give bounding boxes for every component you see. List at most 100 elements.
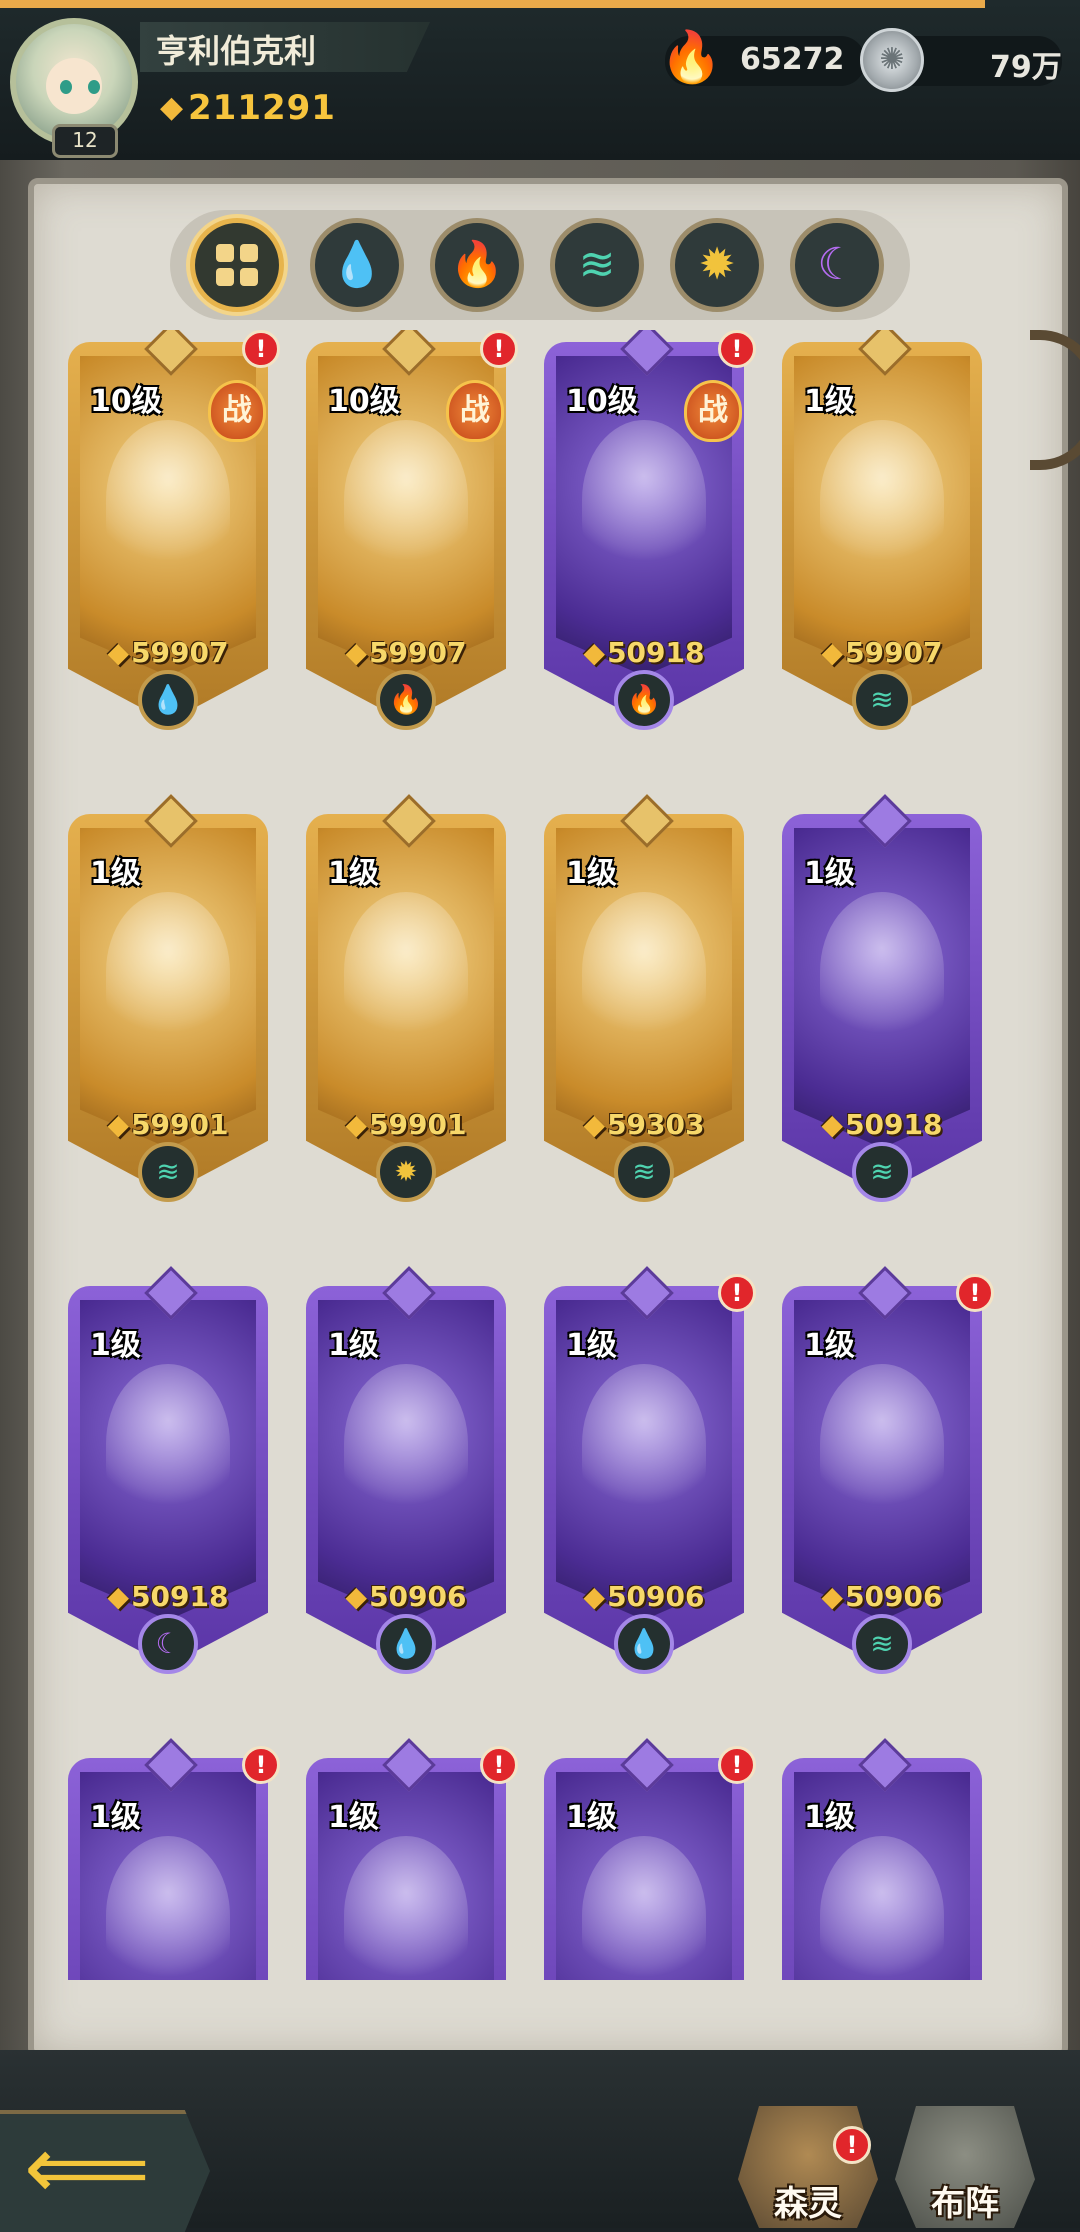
blue-flame-icon: 🔥 [660, 28, 723, 86]
spirit-power-value: 59901 [131, 1108, 229, 1141]
spirit-card[interactable]: 1级 ◆50918 ≋ [782, 794, 982, 1212]
avatar-eye-right [88, 80, 100, 94]
player-level-badge: 12 [52, 124, 118, 158]
spirit-power-value: 59303 [607, 1108, 705, 1141]
wind-icon: ≋ [852, 1142, 912, 1202]
spirit-card[interactable]: 1级 ◆59303 ≋ [544, 794, 744, 1212]
spirit-card[interactable]: 10级 战 ◆50918 🔥! [544, 330, 756, 740]
spirit-level: 10级 [328, 384, 400, 419]
sun-icon: ✹ [376, 1142, 436, 1202]
spirit-power-value: 50918 [845, 1108, 943, 1141]
back-arrow-icon: ⟸ [24, 2116, 151, 2219]
spirit-figure [106, 1364, 230, 1524]
spirit-card[interactable]: 1级! [306, 1738, 518, 1980]
spirit-level: 1级 [328, 1800, 379, 1835]
experience-progress-bar [0, 0, 985, 8]
spirit-level: 1级 [90, 1800, 141, 1835]
spirit-power-value: 50918 [131, 1580, 229, 1613]
spirit-figure [582, 892, 706, 1052]
spirit-card[interactable]: 1级 [782, 1738, 982, 1980]
spirit-power: ◆59901 [306, 1108, 506, 1141]
spirit-level: 1级 [328, 1328, 379, 1363]
spirit-figure [582, 420, 706, 580]
tab-fire[interactable]: 🔥 [430, 218, 524, 312]
alert-badge: ! [480, 330, 518, 368]
spirit-power: ◆59907 [68, 636, 268, 669]
silver-coin-icon: ✺ [860, 28, 924, 92]
player-name: 亨利伯克利 [156, 32, 317, 70]
wind-icon: ≋ [138, 1142, 198, 1202]
alert-badge: ! [242, 1746, 280, 1784]
spirit-figure [106, 892, 230, 1052]
spirit-power: ◆50918 [782, 1108, 982, 1141]
spirit-power: ◆50906 [544, 1580, 744, 1613]
power-gem-icon: ◆ [821, 1580, 844, 1613]
spirit-card[interactable]: 1级 ◆59901 ✹ [306, 794, 506, 1212]
spirit-figure [344, 420, 468, 580]
nav-formation-label: 布阵 [931, 2184, 999, 2224]
spirit-card[interactable]: 1级 ◆50906 ≋! [782, 1266, 994, 1684]
spirit-card[interactable]: 1级 ◆50906 💧 [306, 1266, 506, 1684]
tab-wind[interactable]: ≋ [550, 218, 644, 312]
moon-icon: ☾ [138, 1614, 198, 1674]
power-gem-icon: ◆ [160, 90, 184, 125]
spirit-power: ◆59303 [544, 1108, 744, 1141]
spirit-figure [106, 420, 230, 580]
power-gem-icon: ◆ [583, 1580, 606, 1613]
spirit-power: ◆59907 [782, 636, 982, 669]
spirit-power-value: 50906 [845, 1580, 943, 1613]
moon-icon: ☾ [817, 239, 857, 290]
power-gem-icon: ◆ [583, 1108, 606, 1141]
spirit-power: ◆50918 [544, 636, 744, 669]
alert-badge: ! [480, 1746, 518, 1784]
coin-resource-value: 79万 [990, 50, 1062, 85]
spirit-card[interactable]: 1级! [68, 1738, 280, 1980]
player-power: 211291 [188, 88, 336, 128]
spirit-level: 10级 [90, 384, 162, 419]
spirit-card[interactable]: 1级 ◆59901 ≋ [68, 794, 268, 1212]
power-gem-icon: ◆ [583, 636, 606, 669]
spirit-card[interactable]: 1级! [544, 1738, 756, 1980]
sun-icon: ✹ [698, 239, 736, 290]
water-drop-icon: 💧 [138, 670, 198, 730]
tab-light[interactable]: ✹ [670, 218, 764, 312]
spirit-card-grid: 10级战 ◆59907 💧! 10级战 ◆59907 🔥! 10级战 ◆50918 🔥! 1级 ◆5… [40, 330, 1040, 1980]
spirit-level: 1级 [804, 1328, 855, 1363]
alert-badge: ! [956, 1274, 994, 1312]
spirit-card[interactable]: 1级 ◆59907 ≋ [782, 330, 982, 740]
spirit-power-value: 59907 [369, 636, 467, 669]
spirit-card[interactable]: 1级 ◆50906 💧! [544, 1266, 756, 1684]
spirit-card[interactable]: 10级 战 ◆59907 🔥! [306, 330, 518, 740]
in-battle-badge: 战 [446, 380, 504, 442]
nav-spirits-alert-badge: ! [833, 2126, 871, 2164]
tab-all[interactable] [190, 218, 284, 312]
power-gem-icon: ◆ [345, 636, 368, 669]
fire-icon: 🔥 [614, 670, 674, 730]
tab-dark[interactable]: ☾ [790, 218, 884, 312]
spirit-figure [582, 1364, 706, 1524]
power-gem-icon: ◆ [107, 1108, 130, 1141]
spirit-power-value: 59907 [131, 636, 229, 669]
alert-badge: ! [242, 330, 280, 368]
nav-spirits-label: 森灵 [774, 2184, 842, 2224]
avatar-eye-left [60, 80, 72, 94]
in-battle-badge: 战 [684, 380, 742, 442]
wind-icon: ≋ [578, 239, 616, 290]
power-gem-icon: ◆ [821, 1108, 844, 1141]
spirit-power-value: 59907 [845, 636, 943, 669]
spirit-power: ◆50918 [68, 1580, 268, 1613]
spirit-card[interactable]: 1级 ◆50918 ☾ [68, 1266, 268, 1684]
spirit-level: 1级 [90, 856, 141, 891]
spirit-level: 1级 [566, 1328, 617, 1363]
power-gem-icon: ◆ [345, 1108, 368, 1141]
spirit-card[interactable]: 10级 战 ◆59907 💧! [68, 330, 280, 740]
spirit-power: ◆59901 [68, 1108, 268, 1141]
spirit-figure [820, 892, 944, 1052]
water-drop-icon: 💧 [329, 239, 385, 290]
spirit-level: 1级 [566, 1800, 617, 1835]
spirit-power-value: 50906 [607, 1580, 705, 1613]
tab-water[interactable]: 💧 [310, 218, 404, 312]
flame-resource-value: 65272 [740, 42, 845, 77]
wind-icon: ≋ [852, 670, 912, 730]
spirit-level: 1级 [328, 856, 379, 891]
